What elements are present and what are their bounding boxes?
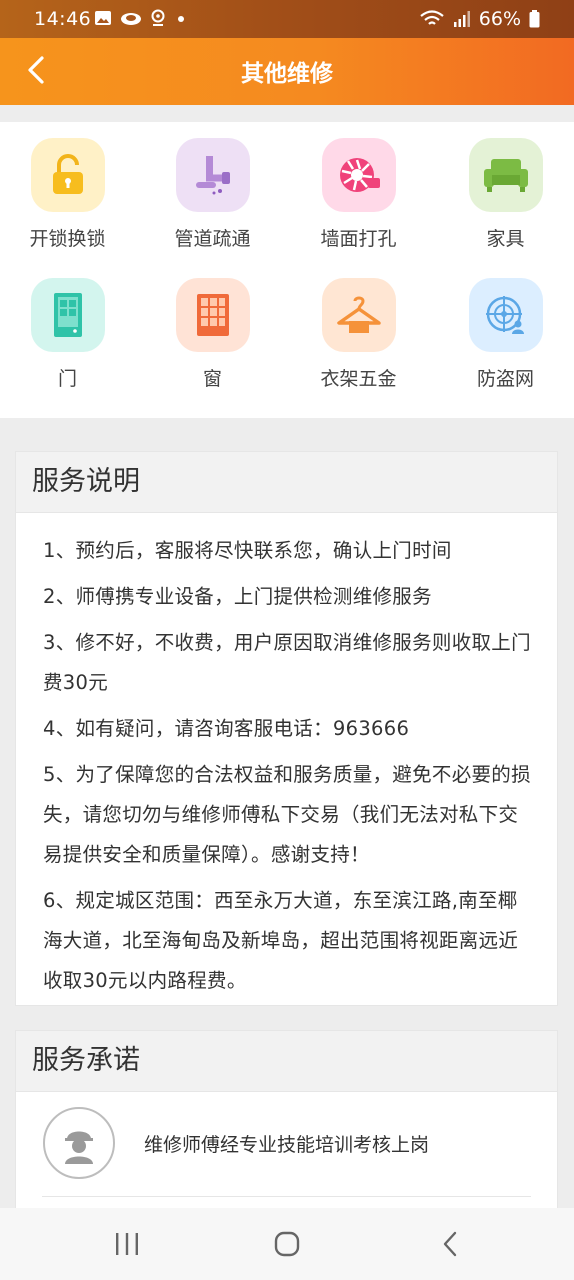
location-icon <box>151 9 165 26</box>
description-item: 2、师傅携专业设备，上门提供检测维修服务 <box>43 585 432 608</box>
pipe-icon <box>175 138 250 212</box>
category-unlock[interactable]: 开锁换锁 <box>0 122 139 262</box>
service-promise-title: 服务承诺 <box>16 1031 557 1092</box>
category-label: 管道疏通 <box>174 228 251 250</box>
category-wall-drilling[interactable]: 墙面打孔 <box>287 122 430 262</box>
recent-apps-icon <box>116 1233 138 1255</box>
lock-icon <box>30 138 105 212</box>
category-label: 衣架五金 <box>320 368 397 390</box>
category-label: 墙面打孔 <box>320 228 397 250</box>
service-description-title: 服务说明 <box>16 452 557 513</box>
battery-icon <box>529 10 540 28</box>
status-bar: 14:46 66% <box>0 0 574 38</box>
sofa-icon <box>468 138 543 212</box>
drill-icon <box>321 138 396 212</box>
description-item: 3、修不好，不收费，用户原因取消维修服务则收取上门费30元 <box>43 631 531 694</box>
description-item: 6、规定城区范围：西至永万大道，东至滨江路,南至椰海大道，北至海甸岛及新埠岛，超… <box>43 889 519 992</box>
worker-icon <box>43 1107 115 1179</box>
wifi-icon <box>420 10 444 25</box>
battery-percentage: 66% <box>478 8 521 30</box>
description-item: 4、如有疑问，请咨询客服电话：963666 <box>43 717 410 740</box>
dot-icon <box>178 16 184 22</box>
category-grid: 开锁换锁 管道疏通 墙面打孔 家具 门 窗 衣架五金 防盗网 <box>0 122 574 418</box>
category-label: 门 <box>57 368 77 390</box>
category-window[interactable]: 窗 <box>141 262 284 402</box>
page-title: 其他维修 <box>241 61 333 87</box>
category-door[interactable]: 门 <box>0 262 139 402</box>
system-back-button[interactable] <box>430 1226 470 1262</box>
status-notification-icons <box>94 9 188 27</box>
app-header: 14:46 66% 其他维修 <box>0 0 574 105</box>
home-button[interactable] <box>267 1226 307 1262</box>
image-icon <box>95 11 111 25</box>
category-furniture[interactable]: 家具 <box>434 122 574 262</box>
promise-item: 维修师傅经专业技能培训考核上岗 <box>16 1092 557 1197</box>
cloud-icon <box>121 13 141 25</box>
category-pipe[interactable]: 管道疏通 <box>141 122 284 262</box>
service-description-card: 服务说明 1、预约后，客服将尽快联系您，确认上门时间 2、师傅携专业设备，上门提… <box>15 451 558 1006</box>
category-security-net[interactable]: 防盗网 <box>434 262 574 402</box>
title-bar: 其他维修 <box>0 38 574 105</box>
description-item: 5、为了保障您的合法权益和服务质量，避免不必要的损失，请您切勿与维修师傅私下交易… <box>43 763 531 866</box>
system-nav-bar <box>0 1208 574 1280</box>
security-net-icon <box>468 278 543 352</box>
category-label: 窗 <box>202 368 222 390</box>
door-icon <box>30 278 105 352</box>
service-description-list: 1、预约后，客服将尽快联系您，确认上门时间 2、师傅携专业设备，上门提供检测维修… <box>16 513 557 1001</box>
category-label: 防盗网 <box>476 368 534 390</box>
hanger-icon <box>321 278 396 352</box>
category-label: 家具 <box>486 228 525 250</box>
status-system-icons: 66% <box>419 8 540 30</box>
home-icon <box>274 1231 300 1257</box>
window-icon <box>175 278 250 352</box>
description-item: 1、预约后，客服将尽快联系您，确认上门时间 <box>43 539 452 562</box>
recent-apps-button[interactable] <box>107 1226 147 1262</box>
category-hanger[interactable]: 衣架五金 <box>287 262 430 402</box>
status-time: 14:46 <box>34 8 92 30</box>
divider <box>42 1196 531 1197</box>
promise-text: 维修师傅经专业技能培训考核上岗 <box>144 1134 430 1156</box>
back-icon <box>443 1231 457 1257</box>
category-label: 开锁换锁 <box>29 228 106 250</box>
service-promise-card: 服务承诺 维修师傅经专业技能培训考核上岗 <box>15 1030 558 1230</box>
signal-icon <box>453 11 470 27</box>
